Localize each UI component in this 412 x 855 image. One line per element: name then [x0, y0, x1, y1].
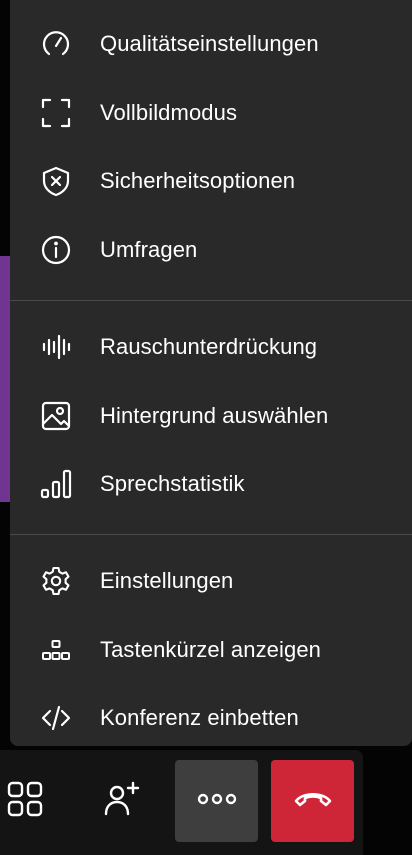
code-icon	[38, 700, 74, 736]
fullscreen-icon	[38, 95, 74, 131]
menu-item-label: Rauschunterdrückung	[100, 334, 318, 359]
menu-item-label: Tastenkürzel anzeigen	[100, 637, 322, 662]
overflow-menu: Qualitätseinstellungen Vollbildmodus Sic…	[10, 0, 412, 746]
add-person-icon	[102, 779, 142, 824]
menu-item-label: Sprechstatistik	[100, 471, 245, 496]
menu-item-label: Sicherheitsoptionen	[100, 168, 296, 193]
menu-item-polls[interactable]: Umfragen	[10, 220, 412, 280]
meeting-toolbar	[0, 750, 363, 855]
menu-item-select-background[interactable]: Hintergrund auswählen	[10, 386, 412, 446]
menu-item-label: Einstellungen	[100, 568, 234, 593]
menu-item-label: Qualitätseinstellungen	[100, 31, 319, 56]
gauge-icon	[38, 26, 74, 62]
menu-divider	[10, 300, 412, 301]
menu-item-label: Hintergrund auswählen	[100, 403, 329, 428]
menu-item-keyboard-shortcuts[interactable]: Tastenkürzel anzeigen	[10, 620, 412, 680]
menu-item-noise-suppression[interactable]: Rauschunterdrückung	[10, 317, 412, 377]
image-icon	[38, 398, 74, 434]
menu-item-label: Konferenz einbetten	[100, 705, 299, 730]
hangup-icon	[293, 789, 333, 814]
menu-item-settings[interactable]: Einstellungen	[10, 551, 412, 611]
shield-x-icon	[38, 163, 74, 199]
gear-icon	[38, 563, 74, 599]
waveform-icon	[38, 329, 74, 365]
invite-button[interactable]	[80, 760, 163, 842]
meeting-screen: Qualitätseinstellungen Vollbildmodus Sic…	[0, 0, 412, 855]
menu-divider	[10, 534, 412, 535]
shortcuts-icon	[38, 632, 74, 668]
tile-view-button[interactable]	[0, 760, 66, 842]
menu-item-fullscreen[interactable]: Vollbildmodus	[10, 83, 412, 143]
menu-item-quality-settings[interactable]: Qualitätseinstellungen	[10, 14, 412, 74]
menu-item-label: Umfragen	[100, 237, 198, 262]
menu-item-speaker-stats[interactable]: Sprechstatistik	[10, 454, 412, 514]
menu-item-label: Vollbildmodus	[100, 100, 238, 125]
more-dots-icon	[197, 792, 237, 810]
bar-stats-icon	[38, 466, 74, 502]
more-actions-button[interactable]	[175, 760, 258, 842]
menu-item-embed-meeting[interactable]: Konferenz einbetten	[10, 688, 412, 746]
hangup-button[interactable]	[271, 760, 354, 842]
grid-icon	[5, 779, 45, 824]
menu-item-security-options[interactable]: Sicherheitsoptionen	[10, 151, 412, 211]
info-circle-icon	[38, 232, 74, 268]
